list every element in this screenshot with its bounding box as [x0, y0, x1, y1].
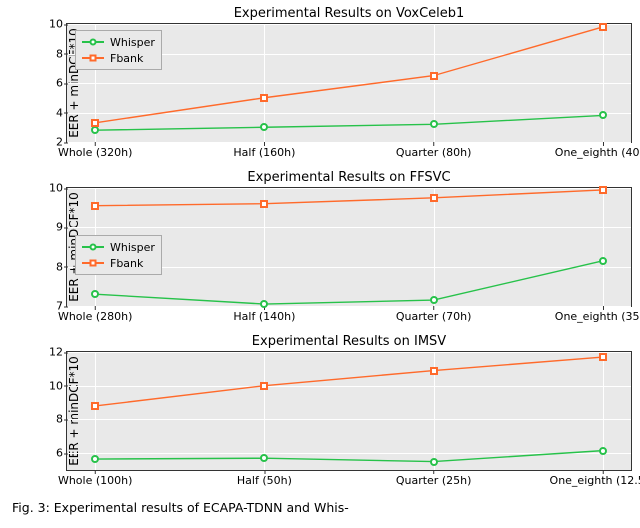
circle-marker — [91, 126, 99, 134]
circle-marker — [91, 455, 99, 463]
x-tick-label: Whole (320h) — [58, 146, 132, 159]
y-tick-label: 12 — [35, 346, 63, 359]
square-marker — [430, 72, 438, 80]
square-marker — [599, 353, 607, 361]
legend-label: Fbank — [110, 52, 143, 65]
square-marker — [599, 186, 607, 194]
square-marker — [260, 382, 268, 390]
y-tick-label: 10 — [35, 18, 63, 31]
legend-item: Fbank — [82, 50, 155, 66]
x-tick-label: Quarter (25h) — [396, 474, 472, 487]
square-marker — [91, 402, 99, 410]
chart-panel: Experimental Results on FFSVC EER + minDC… — [66, 170, 632, 330]
legend-item: Whisper — [82, 34, 155, 50]
chart-panel: Experimental Results on VoxCeleb1 EER + m… — [66, 6, 632, 166]
circle-marker — [430, 120, 438, 128]
circle-marker — [599, 447, 607, 455]
chart-title: Experimental Results on VoxCeleb1 — [66, 6, 632, 21]
chart-title: Experimental Results on FFSVC — [66, 170, 632, 185]
circle-marker — [599, 257, 607, 265]
legend-label: Whisper — [110, 36, 155, 49]
x-tick-label: One_eighth (40h) — [555, 146, 640, 159]
x-tick-label: One_eighth (35h) — [555, 310, 640, 323]
y-tick-label: 4 — [35, 106, 63, 119]
y-tick-label: 6 — [35, 77, 63, 90]
x-tick-label: Quarter (70h) — [396, 310, 472, 323]
chart-stack: Experimental Results on VoxCeleb1 EER + m… — [8, 6, 632, 494]
circle-marker — [91, 290, 99, 298]
circle-marker — [599, 111, 607, 119]
plot-area: EER + minDCF*10681012Whole (100h)Half (5… — [66, 351, 632, 471]
square-marker — [260, 94, 268, 102]
circle-marker — [260, 454, 268, 462]
x-tick-label: Quarter (80h) — [396, 146, 472, 159]
legend: Whisper Fbank — [75, 235, 162, 275]
x-tick-label: Whole (280h) — [58, 310, 132, 323]
x-tick-label: Half (160h) — [233, 146, 295, 159]
circle-marker — [260, 123, 268, 131]
square-marker — [599, 23, 607, 31]
figure-caption: Fig. 3: Experimental results of ECAPA-TD… — [8, 500, 632, 515]
y-tick-label: 10 — [35, 182, 63, 195]
square-marker — [430, 194, 438, 202]
legend-item: Whisper — [82, 239, 155, 255]
y-tick-label: 9 — [35, 221, 63, 234]
legend-label: Whisper — [110, 241, 155, 254]
plot-area: EER + minDCF*1078910Whole (280h)Half (14… — [66, 187, 632, 307]
circle-marker — [430, 296, 438, 304]
chart-panel: Experimental Results on IMSV EER + minDCF… — [66, 334, 632, 494]
y-tick-label: 8 — [35, 413, 63, 426]
x-tick-label: One_eighth (12.5h) — [550, 474, 640, 487]
y-tick-label: 10 — [35, 379, 63, 392]
plot-area: EER + minDCF*10246810Whole (320h)Half (1… — [66, 23, 632, 143]
circle-marker — [430, 458, 438, 466]
chart-title: Experimental Results on IMSV — [66, 334, 632, 349]
y-tick-label: 8 — [35, 260, 63, 273]
x-tick-label: Half (140h) — [233, 310, 295, 323]
square-marker — [260, 200, 268, 208]
y-tick-label: 8 — [35, 47, 63, 60]
square-marker — [430, 367, 438, 375]
legend-label: Fbank — [110, 257, 143, 270]
x-tick-label: Half (50h) — [237, 474, 292, 487]
square-marker — [91, 119, 99, 127]
square-marker — [91, 202, 99, 210]
x-tick-label: Whole (100h) — [58, 474, 132, 487]
legend-item: Fbank — [82, 255, 155, 271]
legend: Whisper Fbank — [75, 30, 162, 70]
circle-marker — [260, 300, 268, 308]
y-tick-label: 6 — [35, 447, 63, 460]
